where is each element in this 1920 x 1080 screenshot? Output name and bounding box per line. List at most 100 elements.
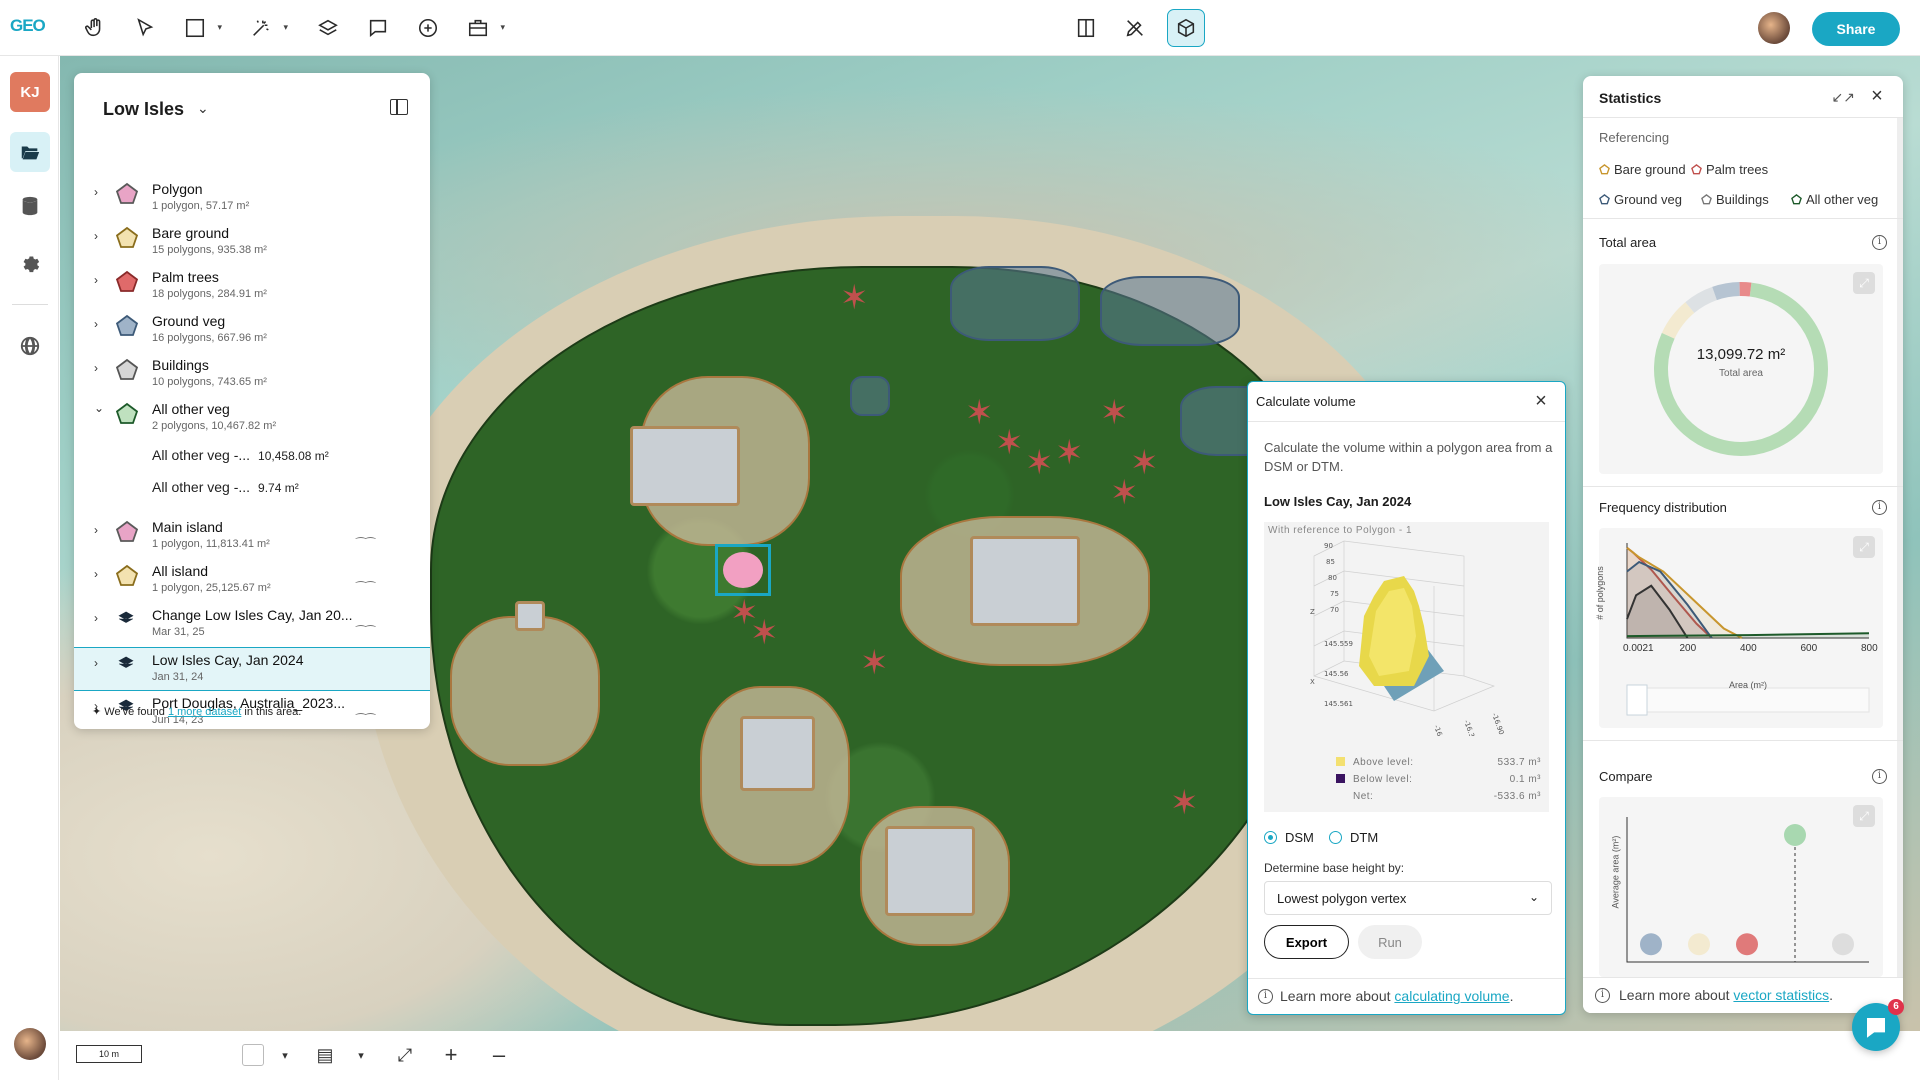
globe-nav-button[interactable] bbox=[10, 326, 50, 366]
project-title[interactable]: Low Isles bbox=[103, 99, 184, 120]
building-polygon[interactable] bbox=[630, 426, 740, 506]
user-initials-badge[interactable]: KJ bbox=[10, 72, 50, 112]
chevron-right-icon[interactable]: › bbox=[94, 361, 98, 375]
expand-icon[interactable]: ⤢ bbox=[1853, 536, 1875, 558]
compare-point-buildings[interactable] bbox=[1832, 933, 1854, 956]
rectangle-tool-button[interactable]: ▾ bbox=[180, 13, 222, 43]
building-polygon[interactable] bbox=[970, 536, 1080, 626]
magic-wand-tool-button[interactable]: ▾ bbox=[246, 13, 288, 43]
palm-tree-polygon[interactable]: ✶ bbox=[1055, 436, 1089, 470]
eye-closed-icon[interactable]: ⁔⁔ bbox=[356, 569, 375, 583]
bare-ground-polygon[interactable] bbox=[450, 616, 600, 766]
run-button[interactable]: Run bbox=[1358, 925, 1422, 959]
radio-indicator[interactable] bbox=[1264, 831, 1277, 844]
expand-icon[interactable]: ⤢ bbox=[1853, 805, 1875, 827]
basemap-swatch-button[interactable] bbox=[238, 1041, 268, 1069]
chevron-right-icon[interactable]: › bbox=[94, 611, 98, 625]
chevron-down-icon[interactable]: ⌄ bbox=[197, 100, 209, 117]
annotate-toggle-button[interactable] bbox=[1120, 13, 1150, 43]
eye-closed-icon[interactable]: ⁔⁔ bbox=[356, 613, 375, 627]
more-dataset-link[interactable]: 1 more dataset bbox=[168, 706, 241, 718]
database-nav-button[interactable] bbox=[10, 186, 50, 226]
compare-point-all-other-veg[interactable] bbox=[1784, 824, 1806, 846]
chevron-down-icon[interactable]: ▾ bbox=[346, 1041, 376, 1069]
chevron-right-icon[interactable]: › bbox=[94, 567, 98, 581]
base-height-select[interactable]: Lowest polygon vertex ⌄ bbox=[1264, 881, 1552, 915]
learn-more-link[interactable]: vector statistics bbox=[1733, 987, 1829, 1003]
chevron-right-icon[interactable]: › bbox=[94, 317, 98, 331]
share-button[interactable]: Share bbox=[1812, 12, 1900, 46]
add-tool-button[interactable] bbox=[413, 13, 443, 43]
chat-button[interactable]: 6 bbox=[1852, 999, 1904, 1051]
layer-row[interactable]: › Bare ground 15 polygons, 935.38 m² bbox=[74, 221, 430, 265]
learn-more-link[interactable]: calculating volume bbox=[1394, 988, 1509, 1004]
eye-closed-icon[interactable]: ⁔⁔ bbox=[356, 525, 375, 539]
export-button[interactable]: Export bbox=[1264, 925, 1349, 959]
chevron-right-icon[interactable]: › bbox=[94, 229, 98, 243]
palm-tree-polygon[interactable]: ✶ bbox=[840, 281, 874, 315]
app-logo[interactable]: GEO bbox=[10, 16, 50, 38]
eye-closed-icon[interactable]: ⁔⁔ bbox=[356, 701, 375, 715]
dtm-radio[interactable]: DTM bbox=[1329, 830, 1378, 845]
building-polygon[interactable] bbox=[885, 826, 975, 916]
layers-tool-button[interactable] bbox=[313, 13, 343, 43]
settings-nav-button[interactable] bbox=[10, 242, 50, 282]
palm-tree-polygon[interactable]: ✶ bbox=[995, 426, 1029, 460]
split-view-button[interactable] bbox=[1071, 13, 1101, 43]
donut-slice-buildings[interactable] bbox=[1685, 286, 1718, 314]
building-polygon[interactable] bbox=[515, 601, 545, 631]
chevron-right-icon[interactable]: › bbox=[94, 656, 98, 670]
fullscreen-button[interactable]: ⤢ bbox=[390, 1041, 420, 1069]
info-icon[interactable]: i bbox=[1872, 500, 1887, 515]
measure-button[interactable]: ▤ bbox=[310, 1041, 340, 1069]
palm-tree-polygon[interactable]: ✶ bbox=[1025, 446, 1059, 480]
toolbox-button[interactable]: ▾ bbox=[463, 13, 505, 43]
chevron-down-icon[interactable]: ▾ bbox=[217, 22, 222, 33]
sidebar-toggle-icon[interactable] bbox=[390, 99, 408, 115]
scrollbar[interactable] bbox=[1897, 118, 1903, 978]
palm-tree-polygon[interactable]: ✶ bbox=[1100, 396, 1134, 430]
chevron-right-icon[interactable]: › bbox=[94, 523, 98, 537]
close-icon[interactable]: × bbox=[1531, 391, 1551, 412]
palm-tree-polygon[interactable]: ✶ bbox=[750, 616, 784, 650]
compare-point-palm-trees[interactable] bbox=[1736, 933, 1758, 956]
radio-indicator[interactable] bbox=[1329, 831, 1342, 844]
dsm-radio[interactable]: DSM bbox=[1264, 830, 1314, 845]
zoom-in-button[interactable]: + bbox=[436, 1041, 466, 1069]
user-avatar[interactable] bbox=[1758, 12, 1790, 44]
3d-view-button[interactable] bbox=[1167, 9, 1205, 47]
ground-veg-polygon[interactable] bbox=[850, 376, 890, 416]
account-avatar[interactable] bbox=[14, 1028, 46, 1060]
palm-tree-polygon[interactable]: ✶ bbox=[965, 396, 999, 430]
donut-slice-palm-trees[interactable] bbox=[1739, 282, 1752, 297]
ground-veg-polygon[interactable] bbox=[1100, 276, 1240, 346]
layer-row[interactable]: › Buildings 10 polygons, 743.65 m² bbox=[74, 353, 430, 397]
comment-tool-button[interactable] bbox=[363, 13, 393, 43]
palm-tree-polygon[interactable]: ✶ bbox=[1170, 786, 1204, 820]
layer-row[interactable]: › Ground veg 16 polygons, 667.96 m² bbox=[74, 309, 430, 353]
volume-3d-plot[interactable]: With reference to Polygon - 1 Z X 90 85 … bbox=[1264, 522, 1549, 812]
donut-slice-bare-ground[interactable] bbox=[1661, 302, 1695, 339]
files-nav-button[interactable] bbox=[10, 132, 50, 172]
donut-slice-ground-veg[interactable] bbox=[1712, 282, 1741, 301]
close-icon[interactable]: × bbox=[1867, 86, 1887, 107]
compare-point-bare-ground[interactable] bbox=[1688, 933, 1710, 956]
palm-tree-polygon[interactable]: ✶ bbox=[860, 646, 894, 680]
building-polygon[interactable] bbox=[740, 716, 815, 791]
zoom-out-button[interactable]: – bbox=[484, 1041, 514, 1069]
chevron-down-icon[interactable]: ⌄ bbox=[94, 401, 104, 415]
expand-icon[interactable]: ⤢ bbox=[1853, 272, 1875, 294]
collapse-icon[interactable]: ↙↗ bbox=[1832, 89, 1855, 106]
chevron-right-icon[interactable]: › bbox=[94, 185, 98, 199]
sublayer-row[interactable]: All other veg -... 10,458.08 m² bbox=[152, 447, 329, 463]
layer-row[interactable]: › All island 1 polygon, 25,125.67 m² ⁔⁔ bbox=[74, 559, 430, 603]
layer-row[interactable]: › Palm trees 18 polygons, 284.91 m² bbox=[74, 265, 430, 309]
chevron-down-icon[interactable]: ▾ bbox=[270, 1041, 300, 1069]
select-tool-button[interactable] bbox=[130, 13, 160, 43]
dataset-row[interactable]: › Low Isles Cay, Jan 2024 Jan 31, 24 bbox=[74, 647, 430, 691]
chevron-down-icon[interactable]: ▾ bbox=[500, 22, 505, 33]
sublayer-row[interactable]: All other veg -... 9.74 m² bbox=[152, 479, 299, 495]
chevron-down-icon[interactable]: ▾ bbox=[283, 22, 288, 33]
compare-point-ground-veg[interactable] bbox=[1640, 933, 1662, 956]
hand-tool-button[interactable] bbox=[80, 13, 110, 43]
